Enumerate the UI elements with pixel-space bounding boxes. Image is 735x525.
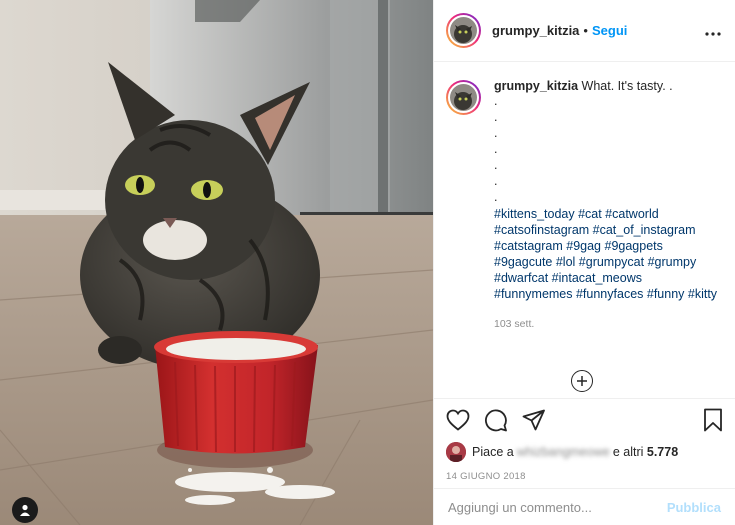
- caption-avatar[interactable]: [446, 80, 481, 115]
- liker-username[interactable]: whizbangmeowe: [517, 445, 610, 459]
- caption-hashtags[interactable]: #kittens_today #cat #catworld #catsofins…: [494, 206, 721, 302]
- likes-suffix: e altri: [612, 445, 644, 459]
- share-icon[interactable]: [522, 409, 546, 431]
- caption-dot: .: [494, 158, 498, 172]
- comment-input[interactable]: [448, 499, 667, 515]
- caption-text: What. It's tasty. .: [581, 79, 673, 93]
- caption-dot: .: [494, 110, 498, 124]
- caption-username[interactable]: grumpy_kitzia: [494, 79, 578, 93]
- caption-dot: .: [494, 190, 498, 204]
- likes-count[interactable]: 5.778: [647, 445, 678, 459]
- post-caption: grumpy_kitzia What. It's tasty. . . . . …: [434, 62, 735, 398]
- post-date[interactable]: 14 GIUGNO 2018: [446, 471, 723, 482]
- comment-icon[interactable]: [484, 408, 508, 432]
- follow-button[interactable]: Segui: [592, 23, 627, 38]
- post-photo[interactable]: [0, 0, 433, 525]
- author-username[interactable]: grumpy_kitzia: [492, 23, 579, 38]
- caption-text-block: grumpy_kitzia What. It's tasty. . . . . …: [494, 78, 721, 398]
- comment-bar: Pubblica: [434, 488, 735, 525]
- post-header: grumpy_kitzia • Segui: [434, 0, 735, 62]
- liker-avatar[interactable]: [446, 442, 466, 462]
- bookmark-icon[interactable]: [703, 408, 723, 432]
- caption-dot: .: [494, 174, 498, 188]
- caption-dot: .: [494, 126, 498, 140]
- heart-icon[interactable]: [446, 409, 470, 431]
- author-avatar[interactable]: [446, 13, 481, 48]
- separator-dot: •: [583, 23, 588, 38]
- post-side-panel: grumpy_kitzia • Segui grumpy_kitzia What…: [433, 0, 735, 525]
- caption-dot: .: [494, 142, 498, 156]
- publish-button[interactable]: Pubblica: [667, 500, 721, 515]
- user-tag-icon[interactable]: [12, 497, 38, 523]
- more-icon[interactable]: [705, 25, 721, 36]
- plus-circle-icon[interactable]: [571, 370, 593, 392]
- caption-time[interactable]: 103 sett.: [494, 316, 721, 332]
- post-actions: Piace a whizbangmeowe e altri 5.778 14 G…: [434, 398, 735, 488]
- caption-dot: .: [494, 94, 498, 108]
- action-icons: [446, 399, 723, 441]
- likes-prefix: Piace a: [472, 445, 514, 459]
- likes-summary[interactable]: Piace a whizbangmeowe e altri 5.778: [446, 441, 723, 463]
- cat-photo-image: [0, 0, 433, 525]
- caption-dots: . . . . . . .: [494, 94, 721, 206]
